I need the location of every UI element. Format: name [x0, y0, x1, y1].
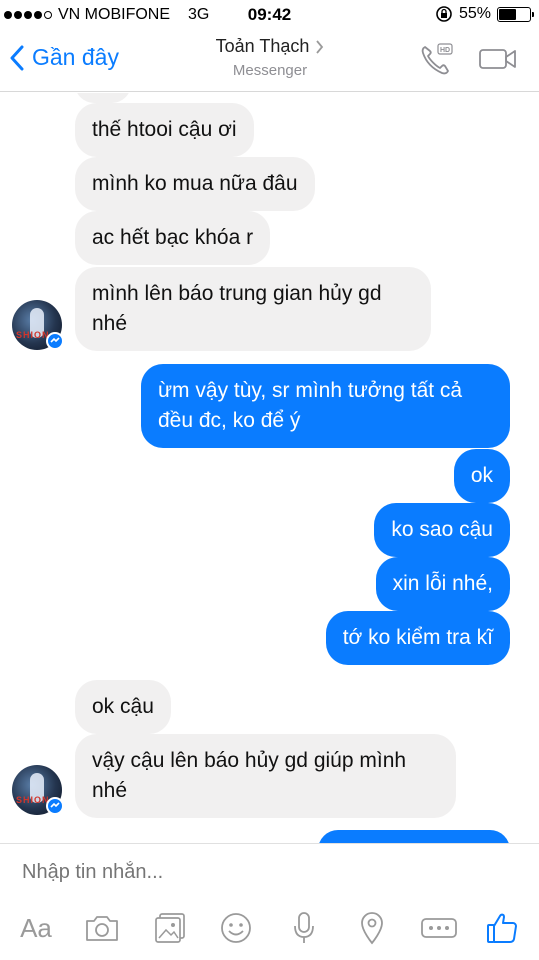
location-button[interactable] — [354, 908, 390, 948]
message-text: mình ko mua nữa đâu — [92, 172, 298, 195]
message-bubble-outgoing[interactable]: ừm vậy tùy, sr mình tưởng tất cả đều đc,… — [141, 364, 510, 448]
message-text: tớ ko kiểm tra kĩ — [342, 626, 493, 649]
battery-percent: 55% — [458, 5, 491, 22]
emoji-icon — [221, 913, 251, 943]
chevron-left-icon — [10, 45, 24, 70]
message-text: ko sao cậu — [391, 518, 493, 541]
gallery-icon — [155, 913, 185, 943]
camera-button[interactable] — [80, 908, 124, 948]
more-icon — [421, 918, 457, 938]
message-text: ok — [470, 464, 493, 487]
emoji-button[interactable] — [216, 908, 256, 948]
contact-subtitle: Messenger — [232, 62, 308, 79]
message-text-line: mình lên báo trung gian hủy gd — [92, 282, 382, 305]
camera-icon — [86, 916, 118, 941]
video-camera-icon — [479, 49, 516, 69]
message-text: thế htooi cậu ơi — [92, 118, 237, 141]
messenger-badge-icon — [46, 797, 64, 815]
more-button[interactable] — [418, 908, 460, 948]
message-text-line: đều đc, ko để ý — [158, 409, 301, 432]
message-bubble-partial — [75, 93, 131, 103]
message-bubble-incoming[interactable]: thế htooi cậu ơi — [75, 103, 254, 157]
back-label: Gần đây — [32, 44, 119, 70]
message-input[interactable] — [22, 861, 502, 884]
conversation-header: Gần đây Toản Thạch Messenger HD — [0, 30, 539, 92]
message-text: ok cậu — [92, 695, 154, 718]
back-button[interactable]: Gần đây — [10, 44, 119, 71]
chevron-right-icon — [316, 39, 324, 54]
message-bubble-outgoing[interactable]: ok — [453, 449, 510, 503]
message-bubble-incoming[interactable]: mình ko mua nữa đâu — [75, 157, 315, 211]
message-text: xin lỗi nhé, — [392, 572, 493, 595]
message-bubble-incoming[interactable]: vậy cậu lên báo hủy gd giúp mình nhé — [75, 734, 456, 818]
text-format-button[interactable]: Aa — [14, 908, 58, 948]
voice-call-button[interactable]: HD — [418, 42, 454, 83]
like-button[interactable] — [482, 908, 522, 948]
composer-toolbar: Aa — [0, 908, 539, 948]
composer: Aa — [0, 843, 539, 960]
message-bubble-incoming[interactable]: ok cậu — [75, 680, 171, 734]
contact-title[interactable]: Toản Thạch Messenger — [190, 36, 350, 79]
message-text: ac hết bạc khóa r — [92, 226, 254, 249]
messenger-badge-icon — [46, 332, 64, 350]
like-icon — [487, 913, 517, 943]
contact-name: Toản Thạch — [215, 36, 310, 56]
phone-hd-icon: HD — [421, 43, 453, 75]
message-bubble-incoming[interactable]: mình lên báo trung gian hủy gd nhé — [75, 267, 431, 351]
message-text-line: vậy cậu lên báo hủy gd giúp mình — [92, 749, 407, 772]
message-text-line: nhé — [92, 779, 128, 802]
battery-icon — [497, 6, 534, 22]
microphone-button[interactable] — [286, 908, 322, 948]
svg-text:HD: HD — [440, 47, 450, 54]
message-bubble-outgoing[interactable]: tớ ko kiểm tra kĩ — [325, 611, 510, 665]
message-list[interactable]: thế htooi cậu ơi mình ko mua nữa đâu ac … — [0, 93, 539, 843]
message-bubble-outgoing-partial — [318, 830, 510, 843]
message-bubble-outgoing[interactable]: ko sao cậu — [374, 503, 510, 557]
message-bubble-incoming[interactable]: ac hết bạc khóa r — [75, 211, 271, 265]
microphone-icon — [294, 912, 314, 943]
message-text-line: nhé — [92, 312, 128, 335]
message-bubble-outgoing[interactable]: xin lỗi nhé, — [375, 557, 510, 611]
message-text-line: ừm vậy tùy, sr mình tưởng tất cả — [158, 379, 463, 402]
rotation-lock-icon — [436, 6, 452, 22]
status-bar: VN MOBIFONE 3G 09:42 55% — [0, 0, 539, 30]
video-call-button[interactable] — [478, 46, 518, 77]
gallery-button[interactable] — [150, 908, 190, 948]
text-format-icon: Aa — [20, 912, 52, 943]
location-icon — [361, 912, 383, 945]
status-right: 55% — [435, 5, 534, 23]
